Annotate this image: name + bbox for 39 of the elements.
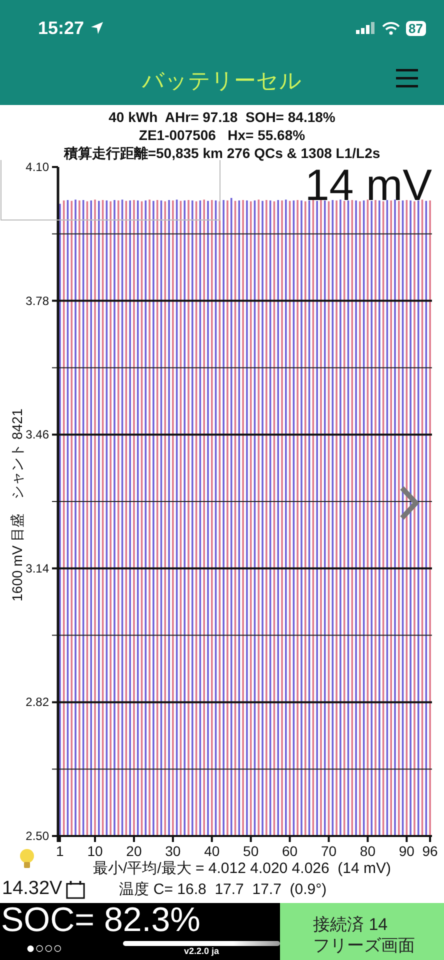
wifi-icon	[382, 22, 400, 34]
x-tick-label: 20	[126, 843, 142, 859]
x-tick-label: 90	[398, 843, 414, 859]
screen-title: バッテリーセル	[142, 66, 302, 94]
version-text: v2.2.0 ja	[184, 946, 220, 957]
aux-battery-voltage: 14.32V	[2, 878, 62, 900]
location-arrow-icon	[90, 21, 104, 35]
freeze-screen-button[interactable]: 接続済 14 フリーズ画面	[280, 903, 444, 960]
spread-value: 14 mV	[304, 161, 432, 210]
y-tick-label: 3.46	[26, 428, 49, 442]
x-tick-label: 80	[360, 843, 376, 859]
clock-time: 15:27	[38, 18, 84, 38]
y-axis-label: 1600 mV 目盛 シャント 8421	[9, 408, 26, 602]
x-tick-label: 70	[320, 843, 337, 859]
x-tick-label: 40	[204, 843, 220, 859]
y-tick-label: 2.82	[26, 695, 49, 710]
x-tick-label: 30	[165, 843, 181, 859]
page-indicator[interactable]: ●○○○	[0, 940, 123, 957]
x-tick-label: 60	[282, 843, 298, 859]
signal-icon	[356, 22, 376, 34]
info-text: 40 kWh AHr= 97.18 SOH= 84.18%	[108, 108, 336, 126]
chevron-right-icon[interactable]	[400, 486, 420, 520]
y-tick-label: 4.10	[26, 160, 49, 174]
menu-icon[interactable]	[396, 68, 418, 88]
x-tick-label: 1	[56, 843, 64, 859]
y-tick-label: 2.50	[26, 829, 49, 843]
soc-value: SOC= 82.3%	[0, 903, 202, 937]
x-tick-label: 10	[87, 843, 103, 859]
cell-voltage-stats: 最小/平均/最大 = 4.012 4.020 4.026 (14 mV)	[92, 860, 392, 878]
y-tick-label: 3.78	[26, 294, 49, 308]
x-tick-label: 96	[422, 843, 438, 859]
battery-outline-icon	[66, 880, 86, 898]
temperature-stats: 温度 C= 16.8 17.7 17.7 (0.9°)	[119, 880, 327, 898]
battery-level: 87	[406, 20, 426, 36]
info-text: 積算走行距離=50,835 km 276 QCs & 1308 L1/L2s	[64, 144, 380, 162]
lightbulb-icon	[19, 848, 35, 870]
y-tick-label: 3.14	[26, 561, 49, 576]
x-tick-label: 50	[243, 843, 259, 859]
info-text: ZE1-007506 Hx= 55.68%	[138, 126, 306, 144]
